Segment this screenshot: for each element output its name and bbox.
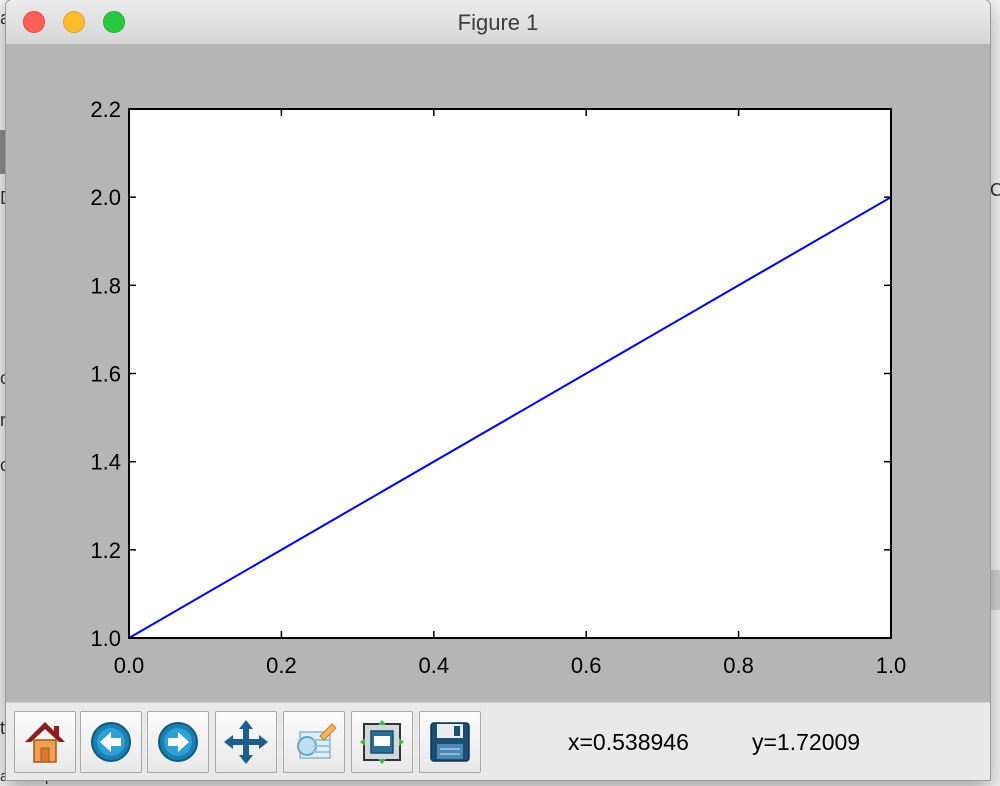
x-tick-label: 0.2 — [266, 653, 297, 678]
arrow-right-icon — [158, 722, 198, 762]
home-icon — [25, 722, 65, 763]
zoom-button[interactable] — [283, 711, 345, 773]
y-tick-label: 2.2 — [90, 97, 121, 122]
figure-window: Figure 1 0.0 0.2 0.4 0.6 0.8 1.0 1.0 1.2 1.4 1.6 1… — [6, 0, 990, 780]
y-coordinate-readout: y=1.72009 — [752, 729, 861, 755]
y-tick-label: 1.6 — [90, 362, 121, 387]
x-tick-label: 0.6 — [571, 653, 602, 678]
x-tick-label: 0.0 — [114, 653, 145, 678]
y-tick-label: 2.0 — [90, 185, 121, 210]
line-chart[interactable]: 0.0 0.2 0.4 0.6 0.8 1.0 1.0 1.2 1.4 1.6 1.8 2.0 2.2 — [6, 45, 990, 702]
forward-button[interactable] — [147, 711, 209, 773]
y-tick-label: 1.8 — [90, 273, 121, 298]
x-tick-label: 0.4 — [419, 653, 450, 678]
figure-canvas[interactable]: 0.0 0.2 0.4 0.6 0.8 1.0 1.0 1.2 1.4 1.6 1.8 2.0 2.2 — [6, 45, 990, 702]
home-button[interactable] — [14, 711, 76, 773]
x-coordinate-readout: x=0.538946 — [568, 729, 689, 755]
y-tick-label: 1.0 — [90, 626, 121, 651]
y-tick-label: 1.4 — [90, 450, 121, 475]
move-icon — [224, 720, 268, 764]
arrow-left-icon — [91, 722, 131, 762]
save-button[interactable] — [419, 711, 481, 773]
save-icon — [430, 722, 470, 762]
pan-button[interactable] — [215, 711, 277, 773]
subplots-icon — [360, 720, 404, 764]
background-text-fragment: C — [990, 180, 1000, 200]
window-title: Figure 1 — [457, 10, 539, 35]
plot-area — [129, 109, 891, 638]
back-button[interactable] — [80, 711, 142, 773]
title-bar[interactable]: Figure 1 — [6, 0, 990, 45]
background-text-fragment: t — [0, 718, 6, 738]
y-tick-label: 1.2 — [90, 538, 121, 563]
x-tick-label: 0.8 — [723, 653, 754, 678]
x-tick-label: 1.0 — [876, 653, 907, 678]
navigation-toolbar: x=0.538946 y=1.72009 — [6, 702, 990, 780]
configure-subplots-button[interactable] — [351, 711, 413, 773]
zoom-rect-icon — [297, 723, 337, 759]
